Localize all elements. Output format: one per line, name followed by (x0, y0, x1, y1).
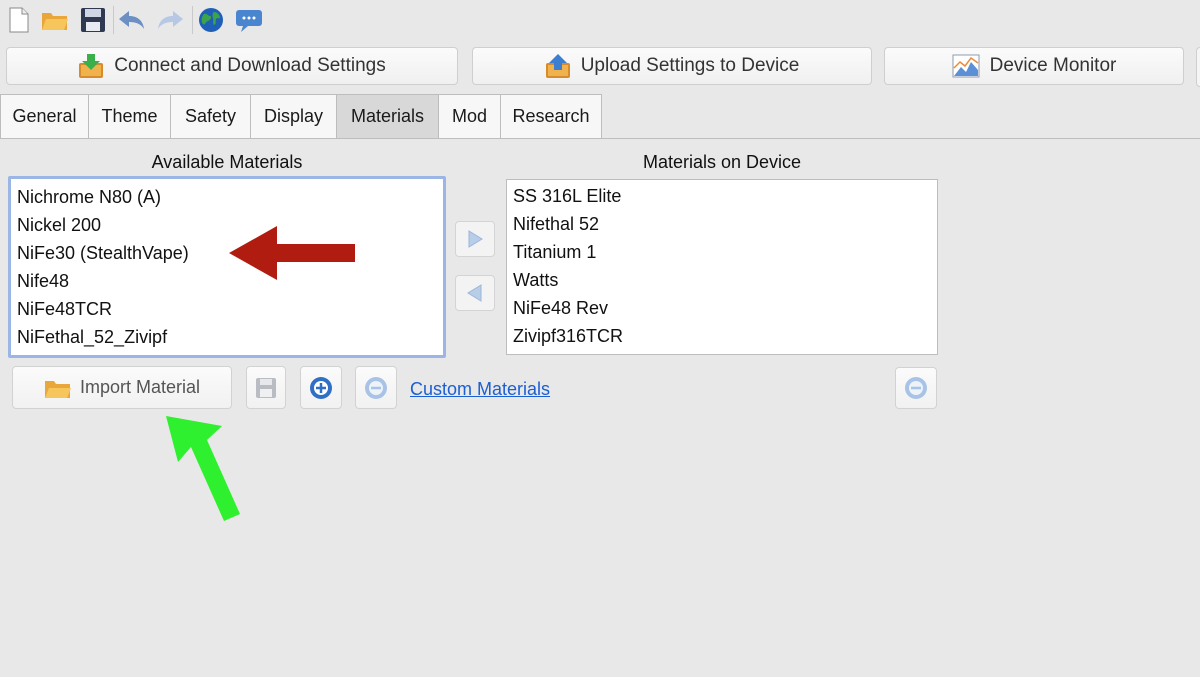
list-item[interactable]: NiFe48TCR (11, 295, 443, 323)
tab-materials[interactable]: Materials (336, 94, 438, 139)
upload-box-icon (545, 54, 570, 78)
open-folder-icon (44, 380, 71, 398)
arrow-left-icon (467, 284, 482, 302)
redo-icon[interactable] (155, 5, 185, 35)
tab-divider (0, 138, 1200, 139)
remove-material-button[interactable] (355, 366, 397, 409)
save-disk-icon[interactable] (78, 5, 108, 35)
device-materials-title: Materials on Device (642, 152, 802, 172)
list-item[interactable]: Nifethal 52 (507, 210, 937, 238)
tab-mod[interactable]: Mod (438, 94, 500, 139)
tab-theme[interactable]: Theme (88, 94, 170, 139)
available-materials-title: Available Materials (151, 152, 303, 172)
plus-circle-icon (310, 376, 332, 399)
upload-settings-label: Upload Settings to Device (580, 55, 800, 76)
save-material-button[interactable] (246, 366, 286, 409)
chart-monitor-icon (952, 54, 980, 78)
import-material-label: Import Material (79, 377, 201, 397)
icon-toolbar (0, 0, 1200, 40)
remove-device-material-button[interactable] (895, 367, 937, 409)
device-monitor-button[interactable]: Device Monitor (884, 47, 1184, 85)
chat-bubble-icon[interactable] (234, 5, 264, 35)
list-item[interactable]: Watts (507, 266, 937, 294)
add-material-button[interactable] (300, 366, 342, 409)
green-annotation-arrow-icon (166, 416, 240, 521)
undo-icon[interactable] (117, 5, 147, 35)
device-monitor-label: Device Monitor (989, 55, 1117, 76)
custom-materials-link[interactable]: Custom Materials (410, 379, 550, 400)
minus-circle-icon (905, 377, 927, 399)
red-annotation-arrow-icon (229, 226, 355, 280)
toolbar-separator (192, 6, 193, 34)
move-to-device-button[interactable] (455, 221, 495, 257)
toolbar-separator (113, 6, 114, 34)
list-item[interactable]: SS 316L Elite (507, 182, 937, 210)
tab-research[interactable]: Research (500, 94, 602, 139)
connect-download-button[interactable]: Connect and Download Settings (6, 47, 458, 85)
open-folder-icon[interactable] (40, 5, 70, 35)
device-materials-list[interactable]: SS 316L Elite Nifethal 52 Titanium 1 Wat… (506, 179, 938, 355)
download-box-icon (79, 54, 104, 78)
list-item[interactable]: Zivipf316TCR (507, 322, 937, 350)
new-document-icon[interactable] (4, 5, 34, 35)
tab-general[interactable]: General (0, 94, 88, 139)
globe-icon[interactable] (196, 5, 226, 35)
connect-download-label: Connect and Download Settings (114, 55, 386, 76)
minus-circle-icon (365, 376, 387, 399)
list-item[interactable]: Nichrome N80 (A) (11, 183, 443, 211)
import-material-button[interactable]: Import Material (12, 366, 232, 409)
overflow-button-edge[interactable] (1196, 47, 1200, 87)
list-item[interactable]: NiFe48 Rev (507, 294, 937, 322)
list-item[interactable]: NiFethal_52_Zivipf (11, 323, 443, 351)
arrow-right-icon (468, 230, 483, 248)
tab-safety[interactable]: Safety (170, 94, 250, 139)
upload-settings-button[interactable]: Upload Settings to Device (472, 47, 872, 85)
settings-tabs: General Theme Safety Display Materials M… (0, 94, 602, 139)
list-item[interactable]: Titanium 1 (507, 238, 937, 266)
tab-display[interactable]: Display (250, 94, 336, 139)
move-to-available-button[interactable] (455, 275, 495, 311)
save-disk-icon (256, 377, 276, 398)
